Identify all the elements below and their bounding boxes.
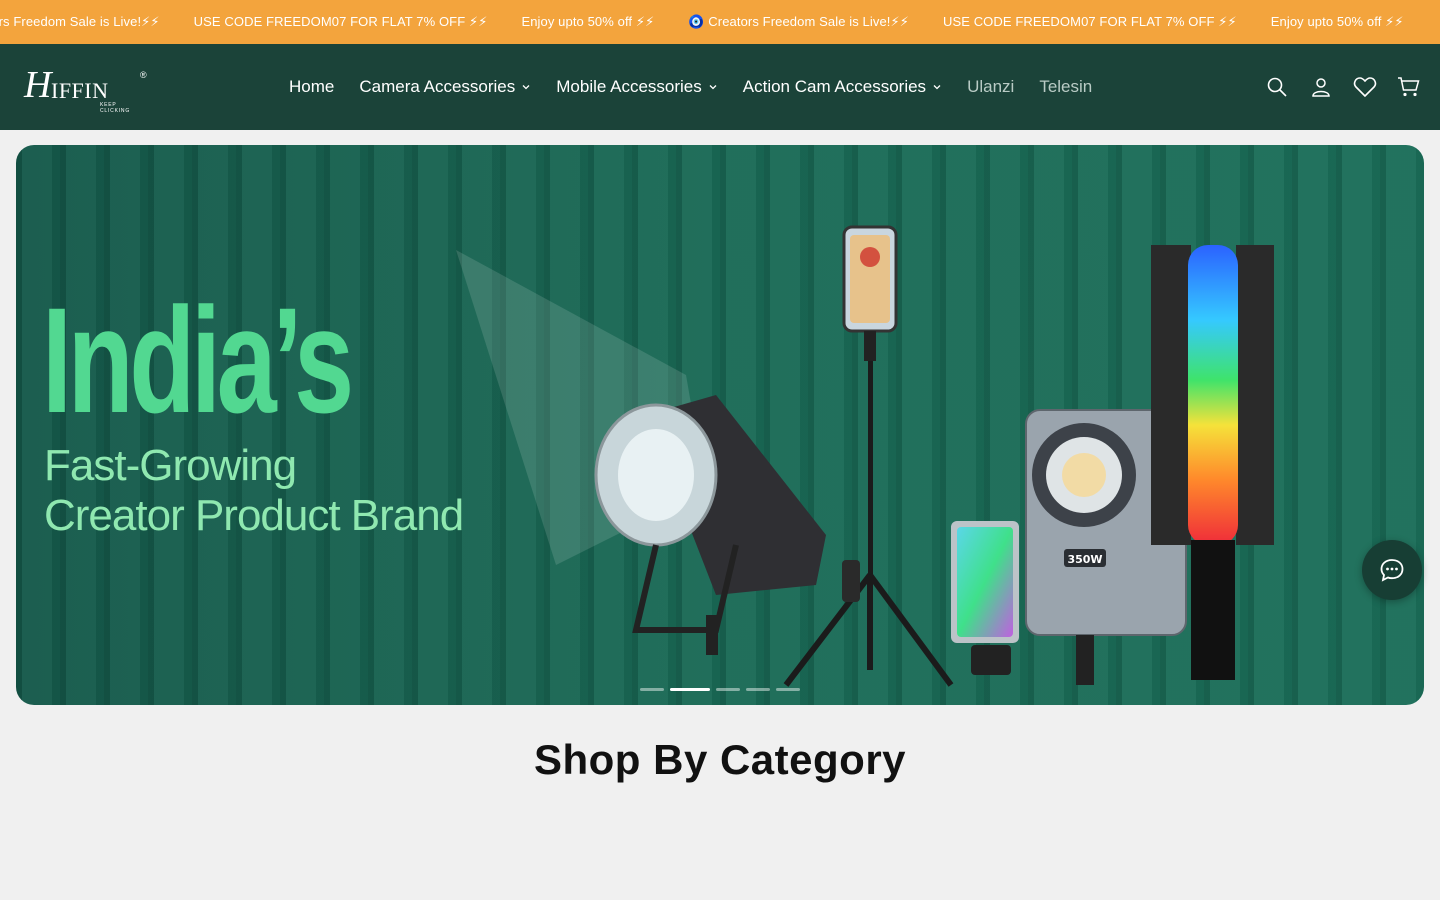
main-nav: Home Camera Accessories Mobile Accessori… [289,74,1117,100]
search-icon[interactable] [1264,74,1290,100]
shop-by-category-heading: Shop By Category [533,736,907,783]
announcement-message: USE CODE FREEDOM07 FOR FLAT 7% OFF ⚡⚡ [193,14,488,29]
logo-wordmark: IFFIN [51,78,109,103]
slider-dot-5[interactable] [776,688,800,691]
announcement-message: USE CODE FREEDOM07 FOR FLAT 7% OFF ⚡⚡ [942,14,1237,29]
header-icons [1246,74,1422,100]
chat-bubble-icon [1380,559,1404,582]
account-icon[interactable] [1308,74,1334,100]
announcement-message: Creators Freedom Sale is Live!⚡⚡ [0,14,160,29]
chevron-down-icon [522,85,530,90]
site-header: H IFFIN ® KEEP CLICKING Home Camera Acce… [0,44,1440,130]
hero-headline: India’s [42,276,354,444]
slider-dot-1[interactable] [640,688,664,691]
brand-logo[interactable]: H IFFIN ® KEEP CLICKING [24,64,148,114]
hero-banner[interactable]: 350W India’s Fast-Growing Creator Produc… [16,145,1424,705]
rgb-panel-light-illustration [951,521,1019,675]
studio-light-reflector-illustration [594,395,826,655]
slider-dot-3[interactable] [716,688,740,691]
slider-dot-2[interactable] [670,688,710,691]
chevron-down-icon [933,85,941,90]
logo-tagline: KEEP CLICKING [100,102,131,114]
nav-home[interactable]: Home [289,77,334,97]
wishlist-heart-icon[interactable] [1352,74,1378,100]
chevron-down-icon [709,85,717,90]
hero-subline-2: Creator Product Brand [44,491,464,540]
announcement-bar: Creators Freedom Sale is Live!⚡⚡ USE CODE… [0,0,1440,44]
nav-mobile-accessories[interactable]: Mobile Accessories [556,77,718,97]
logo-registered: ® [140,70,147,80]
nav-telesin[interactable]: Telesin [1039,77,1092,97]
cart-icon[interactable] [1396,74,1422,100]
slider-pagination [640,688,800,691]
slider-dot-4[interactable] [746,688,770,691]
chat-button[interactable] [1362,540,1422,600]
phone-tripod-illustration [783,225,954,687]
announcement-message: Enjoy upto 50% off ⚡⚡ [1270,14,1404,29]
hero-subline-1: Fast-Growing [44,441,297,490]
announcement-message: 🧿 Creators Freedom Sale is Live!⚡⚡ [688,14,909,29]
logo-mark: H [24,64,52,106]
light-badge-text: 350W [1067,553,1102,566]
nav-ulanzi[interactable]: Ulanzi [967,77,1014,97]
announcement-message: Enjoy upto 50% off ⚡⚡ [521,14,655,29]
nav-camera-accessories[interactable]: Camera Accessories [359,77,531,97]
nav-action-cam-accessories[interactable]: Action Cam Accessories [743,77,942,97]
